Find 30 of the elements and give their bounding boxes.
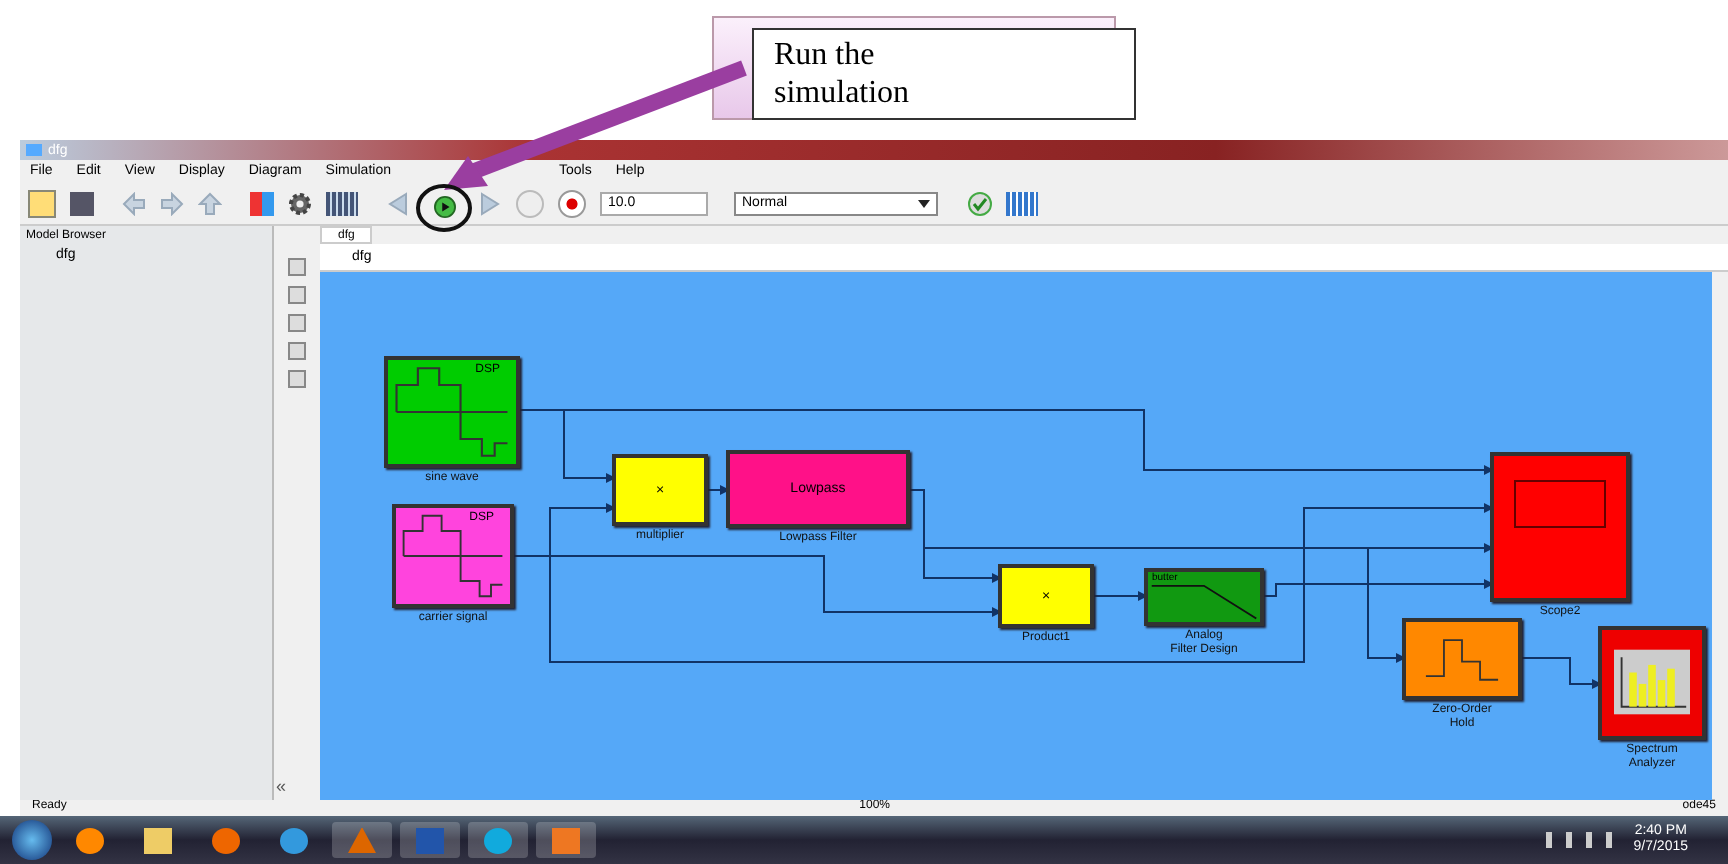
collapse-button[interactable]: « [276,776,287,796]
media-player-icon[interactable] [536,822,596,858]
run-button[interactable] [433,196,455,218]
signal-line [707,485,730,495]
document-app-icon[interactable] [400,822,460,858]
start-button[interactable] [12,820,52,860]
caret-icon [918,199,930,207]
step-forward-icon[interactable] [478,191,502,215]
step-back-icon[interactable] [386,191,410,215]
callout-text: Run the simulation [752,28,1136,120]
model-icon [26,144,42,156]
grid-icon[interactable] [1006,191,1038,215]
matlab-app-icon[interactable] [332,822,392,858]
highlight-circle [416,184,472,232]
spectrum-icon [1614,648,1690,716]
up-arrow-icon[interactable] [198,191,222,215]
chat-app-icon[interactable] [468,822,528,858]
record-icon[interactable] [558,189,586,217]
diagram-block[interactable] [1598,626,1706,740]
diagram-block[interactable] [1402,618,1522,700]
new-model-icon[interactable] [28,189,56,217]
library-icon[interactable] [250,191,274,215]
check-icon[interactable] [968,191,992,215]
explorer-icon[interactable] [326,191,358,215]
forward-arrow-icon[interactable] [160,191,184,215]
save-icon[interactable] [70,191,94,215]
signal-line [1521,657,1602,689]
back-arrow-icon[interactable] [122,191,146,215]
settings-icon[interactable] [288,191,312,215]
scope-screen-icon [1514,480,1606,528]
